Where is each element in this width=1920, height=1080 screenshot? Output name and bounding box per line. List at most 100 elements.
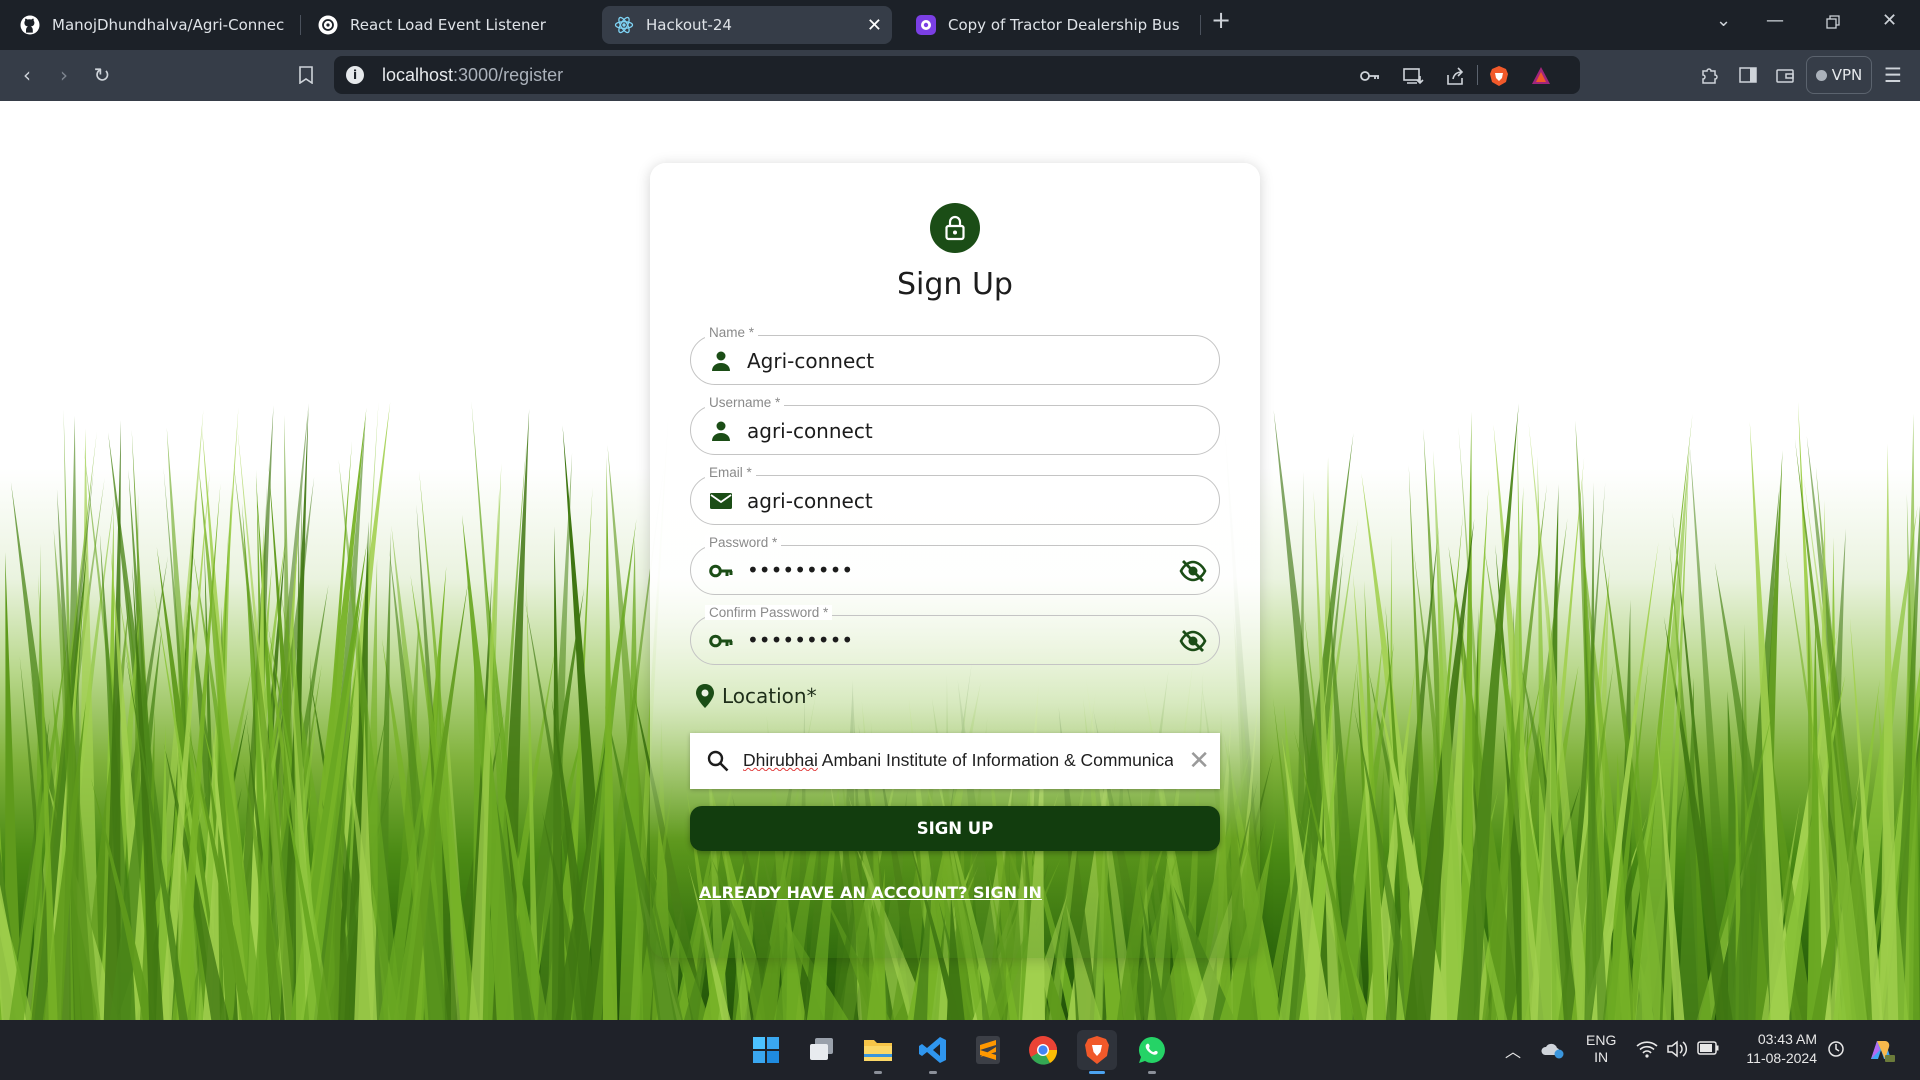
sidebar-button[interactable] [1736,63,1760,87]
location-label: Location* [694,683,817,709]
key-icon [709,634,733,648]
restore-button[interactable] [1825,10,1841,35]
tab-title: Copy of Tractor Dealership Business [948,16,1180,34]
key-icon [709,564,733,578]
address-bar[interactable]: i localhost:3000/register [334,56,1580,94]
tab-tractor-dealership[interactable]: Copy of Tractor Dealership Business [904,6,1192,44]
password-input[interactable]: ••••••••• [747,558,853,582]
share-icon[interactable] [1444,65,1466,87]
tab-title: Hackout-24 [646,16,732,34]
close-tab-icon[interactable]: ✕ [867,15,882,36]
onedrive-icon[interactable] [1540,1040,1564,1060]
clear-icon[interactable]: ✕ [1188,746,1210,776]
file-explorer-button[interactable] [858,1030,898,1074]
back-button[interactable]: ‹ [15,63,39,87]
restore-icon [1826,15,1840,29]
new-tab-button[interactable]: + [1211,6,1231,34]
vscode-icon [919,1037,946,1063]
person-icon [712,421,730,441]
grass-blade [1879,443,1899,1020]
confirm-password-input[interactable]: ••••••••• [747,628,853,652]
task-view-button[interactable] [802,1030,842,1070]
email-field[interactable]: Email * agri-connect [690,465,1220,525]
canva-icon [916,15,936,35]
signin-link[interactable]: ALREADY HAVE AN ACCOUNT? SIGN IN [699,883,1042,902]
lock-icon [945,215,965,241]
volume-icon[interactable] [1666,1039,1688,1059]
file-explorer-icon [864,1040,892,1061]
start-button[interactable] [746,1030,786,1070]
location-pin-icon [696,684,714,708]
vpn-button[interactable]: VPN [1806,56,1872,94]
location-value-part-2: Ambani Institute of Information & Commun… [817,750,1173,770]
name-field[interactable]: Name * Agri-connect [690,325,1220,385]
page-viewport: Sign Up Name * Agri-connect Username * a… [0,101,1920,1020]
copilot-icon[interactable] [1866,1035,1896,1065]
chatgpt-icon [318,15,338,35]
browser-toolbar: ‹ › ↻ i localhost:3000/register VPN ☰ [0,50,1920,101]
forward-arrow-icon: › [60,63,68,87]
confirm-password-field-label: Confirm Password * [705,605,833,620]
tab-react-load-event[interactable]: React Load Event Listener [306,6,594,44]
install-app-icon[interactable] [1402,65,1424,87]
bookmark-button[interactable] [294,63,318,87]
vscode-button[interactable] [913,1030,953,1074]
bookmark-icon [299,66,313,84]
tab-github[interactable]: ManojDhundhalva/Agri-Connect: H [8,6,296,44]
minimize-button[interactable]: — [1766,10,1784,31]
name-field-label: Name * [705,325,759,340]
brave-button[interactable] [1077,1030,1117,1074]
password-key-icon[interactable] [1359,65,1381,87]
site-info-icon[interactable]: i [346,66,364,84]
brave-rewards-icon[interactable] [1530,65,1552,87]
whatsapp-button[interactable] [1132,1030,1172,1074]
language-indicator[interactable]: ENG IN [1586,1032,1616,1066]
show-hidden-icons-button[interactable]: ︿ [1505,1038,1521,1062]
signup-button[interactable]: SIGN UP [690,806,1220,851]
browser-tab-strip: ManojDhundhalva/Agri-Connect: H React Lo… [0,0,1920,50]
location-value-part-1: Dhirubhai [743,750,818,770]
email-input[interactable]: agri-connect [747,489,873,513]
tab-search-button[interactable]: ⌄ [1716,10,1731,31]
forward-button[interactable]: › [52,63,76,87]
eye-off-icon[interactable] [1179,558,1207,584]
puzzle-icon [1702,68,1718,84]
plus-icon: + [1211,6,1232,34]
extensions-button[interactable] [1698,63,1722,87]
back-arrow-icon: ‹ [23,63,31,87]
eye-off-icon[interactable] [1179,628,1207,654]
windows-taskbar: ︿ ENG IN 03:43 AM 11-08-2024 [0,1020,1920,1080]
person-icon [712,351,730,371]
clock[interactable]: 03:43 AM 11-08-2024 [1737,1030,1817,1068]
password-field[interactable]: Password * ••••••••• [690,535,1220,595]
chrome-button[interactable] [1023,1030,1063,1070]
username-field[interactable]: Username * agri-connect [690,395,1220,455]
reload-button[interactable]: ↻ [90,63,114,87]
focus-settings-icon[interactable] [1826,1039,1846,1059]
location-search-value[interactable]: Dhirubhai Ambani Institute of Informatio… [743,750,1173,771]
tab-hackout-24[interactable]: Hackout-24 ✕ [602,6,892,44]
menu-button[interactable]: ☰ [1881,63,1905,87]
username-input[interactable]: agri-connect [747,419,873,443]
hamburger-menu-icon: ☰ [1884,63,1902,87]
location-search-input[interactable]: Dhirubhai Ambani Institute of Informatio… [690,733,1220,789]
clock-time: 03:43 AM [1757,1031,1817,1047]
reload-icon: ↻ [93,63,111,87]
sublime-text-button[interactable] [968,1030,1008,1070]
battery-icon[interactable] [1697,1041,1719,1055]
wallet-button[interactable] [1773,63,1797,87]
wallet-icon [1776,69,1794,83]
confirm-password-field[interactable]: Confirm Password * ••••••••• [690,605,1220,665]
url-text[interactable]: localhost:3000/register [382,65,563,86]
minimize-icon: — [1766,10,1784,31]
url-path: :3000/register [453,65,564,85]
close-window-button[interactable]: ✕ [1882,10,1897,31]
tab-title: React Load Event Listener [350,16,546,34]
lock-avatar [930,203,980,253]
brave-shields-icon[interactable] [1488,65,1510,87]
vpn-status-dot [1815,69,1827,81]
chevron-up-icon: ︿ [1505,1044,1522,1061]
location-label-text: Location* [722,684,817,708]
wifi-icon[interactable] [1636,1039,1658,1059]
name-input[interactable]: Agri-connect [747,349,874,373]
